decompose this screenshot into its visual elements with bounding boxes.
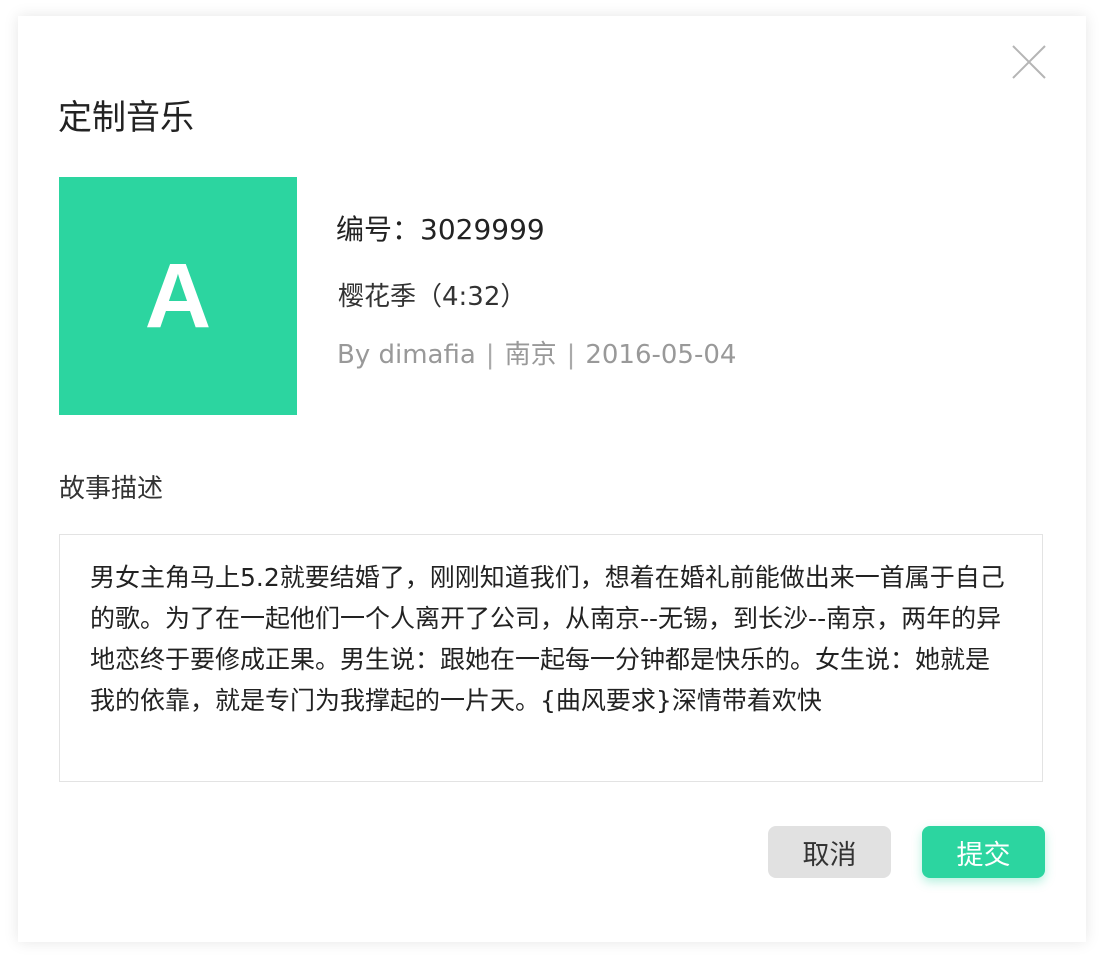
submit-button[interactable]: 提交 — [922, 826, 1045, 878]
music-code: 编号：3029999 — [336, 212, 545, 248]
close-icon — [1012, 45, 1046, 79]
author: By dimafia — [337, 340, 476, 370]
cancel-button[interactable]: 取消 — [768, 826, 891, 878]
song-title: 樱花季（4:32） — [338, 282, 527, 312]
code-label: 编号： — [336, 213, 421, 246]
custom-music-dialog: 定制音乐 A 编号：3029999 樱花季（4:32） By dimafia | 南… — [18, 16, 1086, 942]
code-value: 3029999 — [420, 213, 545, 246]
story-text: 男女主角马上5.2就要结婚了，刚刚知道我们，想着在婚礼前能做出来一首属于自己的歌… — [90, 563, 1005, 715]
date: 2016-05-04 — [585, 340, 737, 370]
dialog-title: 定制音乐 — [58, 98, 194, 138]
meta-separator: | — [485, 340, 495, 370]
story-label: 故事描述 — [59, 474, 164, 504]
music-cover: A — [59, 177, 297, 415]
story-box: 男女主角马上5.2就要结婚了，刚刚知道我们，想着在婚礼前能做出来一首属于自己的歌… — [59, 534, 1043, 782]
close-button[interactable] — [1009, 42, 1049, 82]
music-meta: By dimafia | 南京 | 2016-05-04 — [337, 338, 736, 372]
city: 南京 — [504, 340, 557, 370]
meta-separator: | — [566, 340, 576, 370]
cover-letter: A — [144, 245, 212, 347]
